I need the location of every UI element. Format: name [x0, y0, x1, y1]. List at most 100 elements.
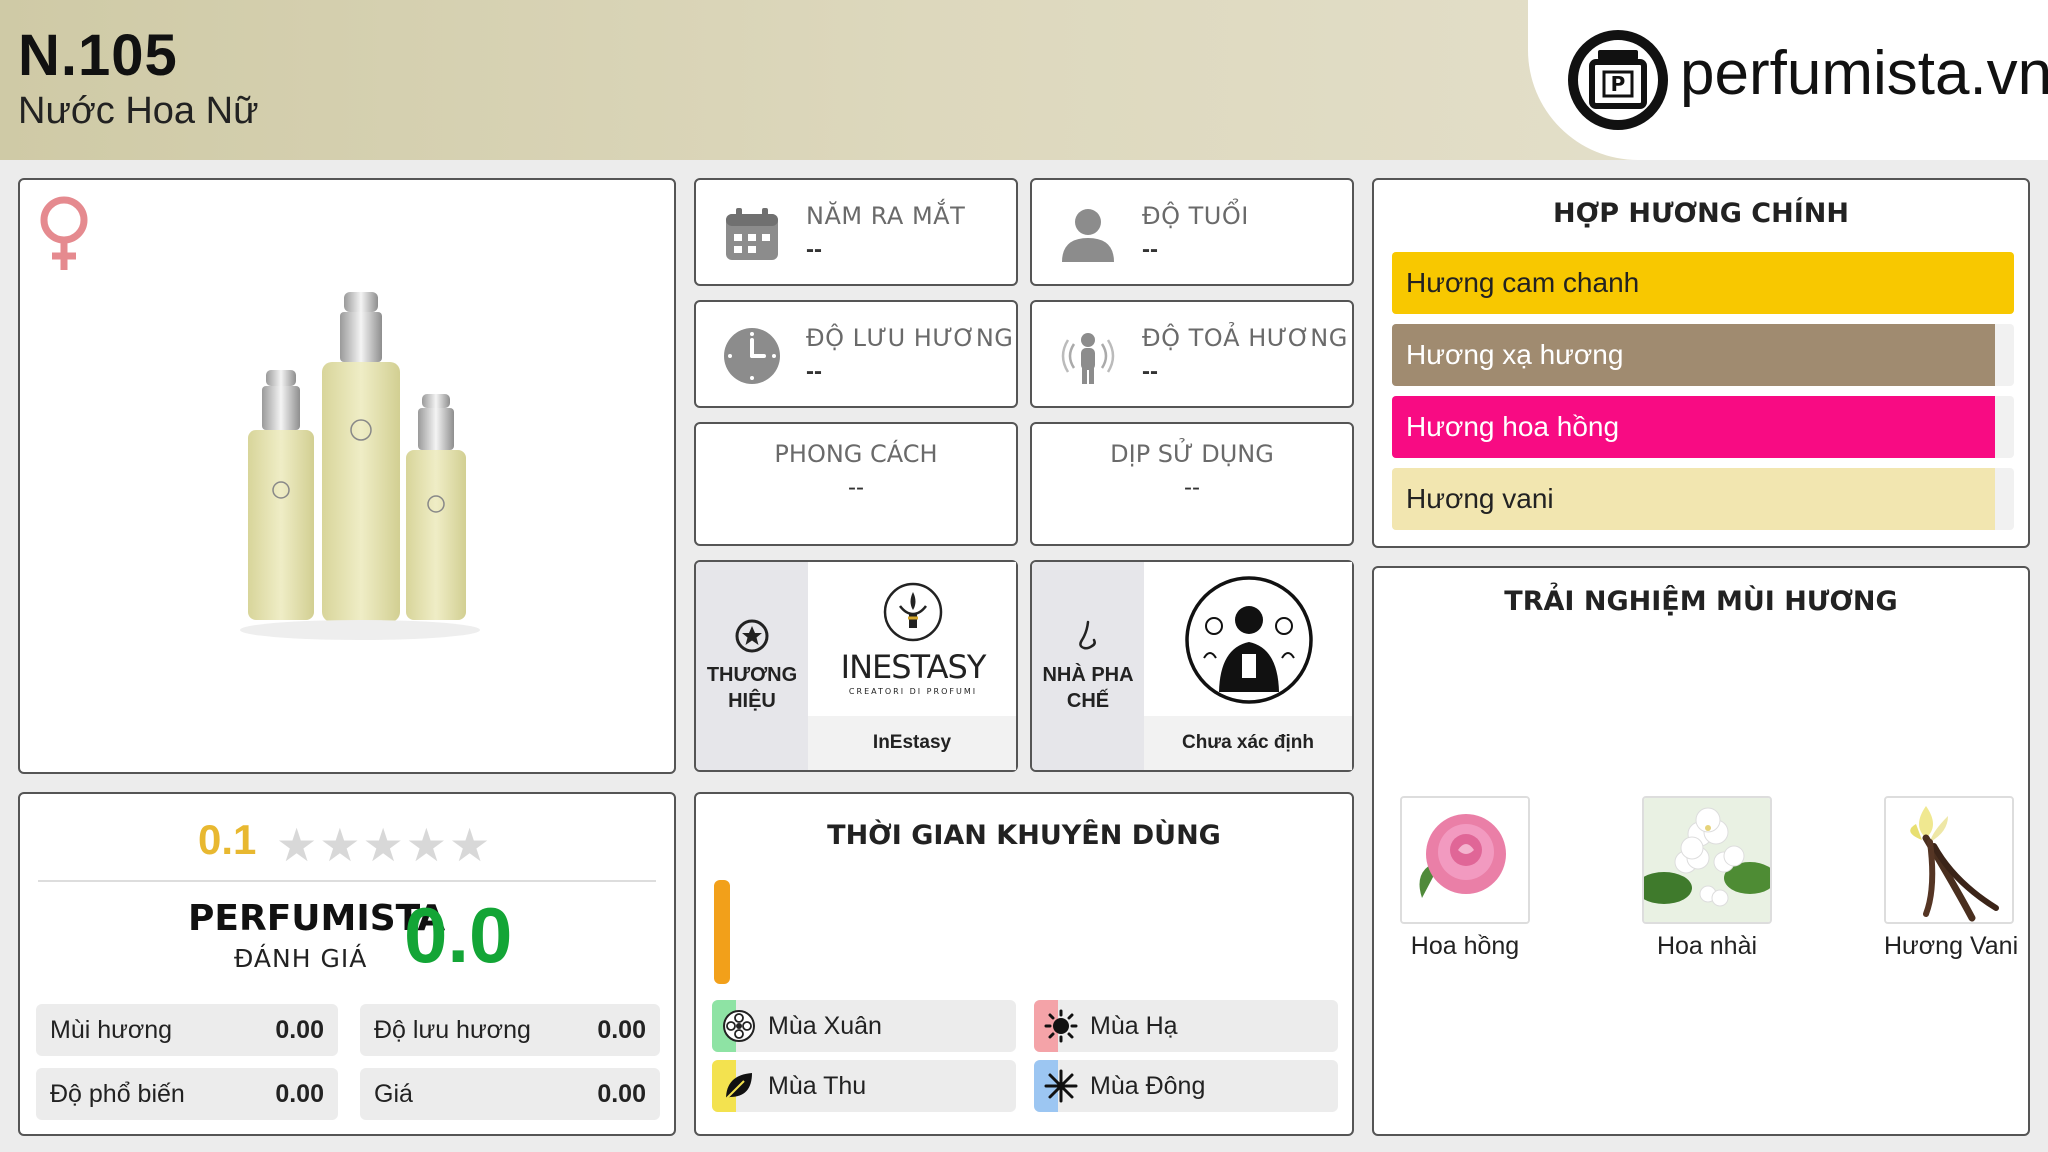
star-icon[interactable]: ★: [319, 819, 362, 871]
brand-side: THƯƠNG HIỆU: [696, 562, 808, 770]
svg-text:P: P: [1611, 72, 1626, 96]
season-label: Mùa Đông: [1090, 1072, 1206, 1100]
note-item-rose[interactable]: Hoa hồng: [1400, 796, 1530, 961]
perfumista-score: 0.0: [404, 891, 513, 979]
longevity-value: --: [806, 358, 822, 385]
perfumer-label: NHÀ PHA CHẾ: [1042, 664, 1134, 712]
brand-logo-text: INESTASY: [841, 648, 987, 686]
sillage-tile: ĐỘ TOẢ HƯƠNG --: [1030, 300, 1354, 408]
star-icon[interactable]: ★: [449, 819, 492, 871]
perfumer-name: Chưa xác định: [1144, 716, 1352, 770]
style-label: PHONG CÁCH: [774, 440, 938, 468]
season-label: Mùa Hạ: [1090, 1012, 1178, 1040]
season-label: Mùa Thu: [768, 1072, 867, 1100]
star-rating[interactable]: ★★★★★: [276, 818, 492, 872]
star-badge-icon: [735, 619, 769, 653]
sillage-value: --: [1142, 358, 1158, 385]
brand-name[interactable]: InEstasy: [808, 716, 1016, 770]
product-card: [18, 178, 676, 774]
winter-snowflake-icon: [1044, 1069, 1078, 1103]
header: N.105 Nước Hoa Nữ P perfumista.vn: [0, 0, 2048, 160]
note-label: Hương Vani: [1884, 932, 2019, 960]
seasons-card: THỜI GIAN KHUYÊN DÙNG Mùa Xuân Mùa Hạ Mù…: [694, 792, 1354, 1136]
note-item-jasmine[interactable]: Hoa nhài: [1642, 796, 1772, 961]
perfumer-image: [1144, 562, 1352, 718]
star-icon[interactable]: ★: [406, 819, 449, 871]
season-summer: Mùa Hạ: [1034, 1000, 1338, 1052]
perfumer-tile[interactable]: NHÀ PHA CHẾ Chưa xác định: [1030, 560, 1354, 772]
logo-text: perfumista.vn: [1680, 39, 2048, 108]
star-icon[interactable]: ★: [363, 819, 406, 871]
female-symbol-icon: [40, 196, 88, 270]
longevity-label: ĐỘ LƯU HƯƠNG: [806, 324, 1014, 352]
accord-label: Hương vani: [1406, 483, 1554, 514]
longevity-tile: ĐỘ LƯU HƯƠNG --: [694, 300, 1018, 408]
score-value: 0.00: [597, 1080, 646, 1108]
style-tile: PHONG CÁCH --: [694, 422, 1018, 546]
release-year-value: --: [806, 236, 822, 263]
experience-title: TRẢI NGHIỆM MÙI HƯƠNG: [1504, 586, 1898, 617]
release-year-tile: NĂM RA MẮT --: [694, 178, 1018, 286]
divider: [38, 880, 656, 882]
score-key: Độ lưu hương: [374, 1016, 531, 1044]
autumn-leaf-icon: [725, 1073, 752, 1100]
rating-sub-label: ĐÁNH GIÁ: [234, 944, 368, 973]
page-title: N.105: [18, 23, 178, 88]
accord-row: Hương hoa hồng: [1392, 396, 2014, 458]
accord-row: Hương xạ hương: [1392, 324, 2014, 386]
spring-flower-icon: [723, 1010, 755, 1042]
score-key: Mùi hương: [50, 1016, 173, 1044]
score-longevity: Độ lưu hương 0.00: [360, 1004, 660, 1056]
rose-image: [1400, 796, 1530, 924]
jasmine-image: [1642, 796, 1772, 924]
occasion-tile: DỊP SỬ DỤNG --: [1030, 422, 1354, 546]
summer-sun-icon: [1044, 1009, 1078, 1043]
score-key: Giá: [374, 1080, 413, 1108]
perfumer-side: NHÀ PHA CHẾ: [1032, 562, 1144, 770]
occasion-value: --: [1184, 474, 1200, 501]
sillage-label: ĐỘ TOẢ HƯƠNG: [1142, 324, 1348, 352]
note-label: Hoa hồng: [1410, 932, 1520, 960]
age-tile: ĐỘ TUỔI --: [1030, 178, 1354, 286]
season-autumn: Mùa Thu: [712, 1060, 1016, 1112]
season-winter: Mùa Đông: [1034, 1060, 1338, 1112]
brand-tile[interactable]: THƯƠNG HIỆU INESTASY CREATORI DI PROFUMI…: [694, 560, 1018, 772]
page-subtitle: Nước Hoa Nữ: [18, 90, 259, 132]
score-value: 0.00: [597, 1016, 646, 1044]
release-year-label: NĂM RA MẮT: [806, 202, 966, 230]
score-popularity: Độ phổ biến 0.00: [36, 1068, 338, 1120]
accord-label: Hương cam chanh: [1406, 267, 1640, 298]
season-spring: Mùa Xuân: [712, 1000, 1016, 1052]
brand-label: THƯƠNG HIỆU: [706, 664, 798, 712]
star-icon[interactable]: ★: [276, 819, 319, 871]
accord-row: Hương vani: [1392, 468, 2014, 530]
brand-logo-sub: CREATORI DI PROFUMI: [849, 687, 977, 696]
usage-level-bar: [714, 880, 730, 984]
perfume-bottle-p-icon: P: [1568, 30, 1668, 130]
person-icon: [1062, 209, 1114, 262]
brand-logo: INESTASY CREATORI DI PROFUMI: [808, 562, 1016, 718]
accords-title: HỢP HƯƠNG CHÍNH: [1553, 198, 1849, 229]
age-label: ĐỘ TUỔI: [1142, 202, 1249, 230]
experience-card: TRẢI NGHIỆM MÙI HƯƠNG Hoa hồng Hoa nhài …: [1372, 566, 2030, 1136]
occasion-label: DỊP SỬ DỤNG: [1110, 440, 1274, 468]
accord-label: Hương xạ hương: [1406, 339, 1624, 370]
sillage-person-icon: [1061, 333, 1115, 384]
rating-card: 0.1 ★★★★★ PERFUMISTA ĐÁNH GIÁ 0.0 Mùi hư…: [18, 792, 676, 1136]
product-image: [240, 292, 480, 640]
vanilla-image: [1884, 796, 2014, 924]
score-scent: Mùi hương 0.00: [36, 1004, 338, 1056]
accords-card: HỢP HƯƠNG CHÍNH Hương cam chanh Hương xạ …: [1372, 178, 2030, 548]
accord-label: Hương hoa hồng: [1406, 411, 1620, 442]
note-item-vanilla[interactable]: Hương Vani: [1884, 796, 2019, 961]
seasons-title: THỜI GIAN KHUYÊN DÙNG: [827, 820, 1221, 851]
score-key: Độ phổ biến: [50, 1080, 185, 1108]
score-value: 0.00: [275, 1016, 324, 1044]
age-value: --: [1142, 236, 1158, 263]
season-label: Mùa Xuân: [768, 1012, 882, 1040]
accord-row: Hương cam chanh: [1392, 252, 2014, 314]
score-value: 0.00: [275, 1080, 324, 1108]
score-price: Giá 0.00: [360, 1068, 660, 1120]
logo[interactable]: P perfumista.vn: [1528, 0, 2048, 160]
calendar-icon: [726, 208, 778, 260]
